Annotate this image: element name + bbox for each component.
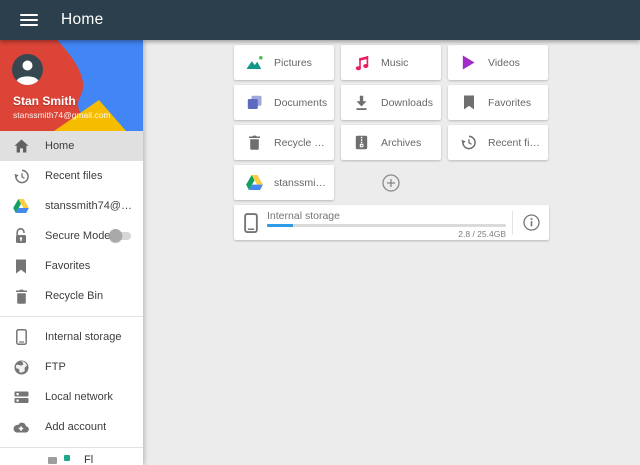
info-icon	[522, 214, 540, 231]
storage-progress-bar	[267, 223, 506, 227]
sidebar-item-home[interactable]: Home	[0, 131, 143, 161]
storage-info: Internal storage 2.8 / 25.4GB	[258, 207, 512, 239]
sidebar-item-partial[interactable]: Fl	[0, 453, 143, 465]
sidebar-item-label: Favorites	[45, 260, 91, 272]
page-title: Home	[61, 11, 104, 28]
sidebar-item-label: stanssmith74@gm…	[45, 200, 137, 212]
tile-label: Pictures	[274, 56, 312, 69]
sidebar-item-recent-files[interactable]: Recent files	[0, 161, 143, 191]
pictures-icon	[246, 54, 263, 71]
sidebar-item-favorites[interactable]: Favorites	[0, 251, 143, 281]
navigation-drawer: Stan Smith stanssmith74@gmail.com Home R…	[0, 40, 143, 465]
file-manager-window: Home Stan Smith stanssmith74@gmail.com H…	[0, 0, 640, 465]
trash-icon	[13, 288, 29, 304]
tile-label: Music	[381, 56, 409, 69]
sidebar-item-ftp[interactable]: FTP	[0, 352, 143, 382]
tile-recent-files[interactable]: Recent files	[448, 125, 548, 160]
sidebar-item-label: Local network	[45, 391, 113, 403]
tile-label: Videos	[488, 56, 520, 69]
documents-icon	[246, 94, 263, 111]
sidebar-item-label: Secure Mode	[45, 230, 111, 242]
tile-favorites[interactable]: Favorites	[448, 85, 548, 120]
tile-label: Favorites	[488, 96, 532, 109]
home-icon	[13, 138, 29, 154]
network-icon	[13, 389, 29, 405]
sidebar-item-recycle-bin[interactable]: Recycle Bin	[0, 281, 143, 311]
tile-music[interactable]: Music	[341, 45, 441, 80]
profile-header[interactable]: Stan Smith stanssmith74@gmail.com	[0, 40, 143, 131]
tile-label: stanssmith74@…	[274, 176, 334, 189]
avatar[interactable]	[12, 54, 43, 85]
sidebar-item-label: Add account	[45, 421, 107, 433]
tile-label: Archives	[381, 136, 422, 149]
sidebar-item-label: Fl	[84, 454, 94, 465]
app-bar: Home	[0, 0, 640, 40]
sidebar-item-secure-mode[interactable]: Secure Mode	[0, 221, 143, 251]
tile-recycle-bin[interactable]: Recycle Bin	[234, 125, 334, 160]
tile-label: Documents	[274, 96, 328, 109]
tile-pictures[interactable]: Pictures	[234, 45, 334, 80]
tile-documents[interactable]: Documents	[234, 85, 334, 120]
tile-label: Recycle Bin	[274, 136, 330, 149]
category-tile-grid: Pictures Music Videos Documents Download…	[234, 45, 549, 200]
storage-usage-text: 2.8 / 25.4GB	[458, 228, 506, 239]
sidebar-item-label: FTP	[45, 361, 66, 373]
music-icon	[353, 54, 370, 71]
recycle-bin-icon	[246, 134, 263, 151]
tile-downloads[interactable]: Downloads	[341, 85, 441, 120]
google-drive-icon	[246, 174, 263, 191]
sidebar-divider	[0, 316, 143, 317]
globe-icon	[13, 359, 29, 375]
hamburger-icon[interactable]	[20, 13, 38, 27]
tile-videos[interactable]: Videos	[448, 45, 548, 80]
google-drive-icon	[13, 198, 29, 214]
storage-label: Internal storage	[267, 209, 340, 222]
history-icon	[13, 168, 29, 184]
profile-email: stanssmith74@gmail.com	[13, 110, 111, 120]
storage-progress-fill	[267, 223, 294, 227]
phone-icon	[13, 329, 29, 345]
sidebar-item-label: Home	[45, 140, 75, 152]
profile-name: Stan Smith	[13, 94, 76, 108]
internal-storage-card[interactable]: Internal storage 2.8 / 25.4GB	[234, 205, 549, 240]
videos-icon	[460, 54, 477, 71]
tile-label: Recent files	[488, 136, 543, 149]
tile-google-drive-account[interactable]: stanssmith74@…	[234, 165, 334, 200]
downloads-icon	[353, 94, 370, 111]
main-content: Pictures Music Videos Documents Download…	[143, 40, 640, 465]
sidebar-item-label: Recent files	[45, 170, 103, 182]
sidebar-item-label: Recycle Bin	[45, 290, 104, 302]
sidebar-item-internal-storage[interactable]: Internal storage	[0, 322, 143, 352]
sidebar-item-local-network[interactable]: Local network	[0, 382, 143, 412]
lock-open-icon	[13, 228, 29, 244]
person-icon	[16, 60, 39, 85]
sidebar-item-label: Internal storage	[45, 331, 122, 343]
recent-files-icon	[460, 134, 477, 151]
clipped-icon	[48, 457, 57, 464]
clipped-icon	[64, 455, 70, 461]
tile-label: Downloads	[381, 96, 433, 109]
favorites-icon	[460, 94, 477, 111]
sidebar-divider	[0, 447, 143, 448]
secure-mode-toggle[interactable]	[109, 229, 133, 242]
phone-icon	[244, 212, 258, 233]
sidebar-item-google-drive-account[interactable]: stanssmith74@gm…	[0, 191, 143, 221]
cloud-add-icon	[13, 419, 29, 435]
tile-archives[interactable]: Archives	[341, 125, 441, 160]
sidebar-item-add-account[interactable]: Add account	[0, 412, 143, 442]
plus-icon	[382, 173, 400, 192]
add-account-button[interactable]	[382, 173, 400, 192]
bookmark-icon	[13, 258, 29, 274]
storage-info-button[interactable]	[513, 214, 549, 231]
archives-icon	[353, 134, 370, 151]
